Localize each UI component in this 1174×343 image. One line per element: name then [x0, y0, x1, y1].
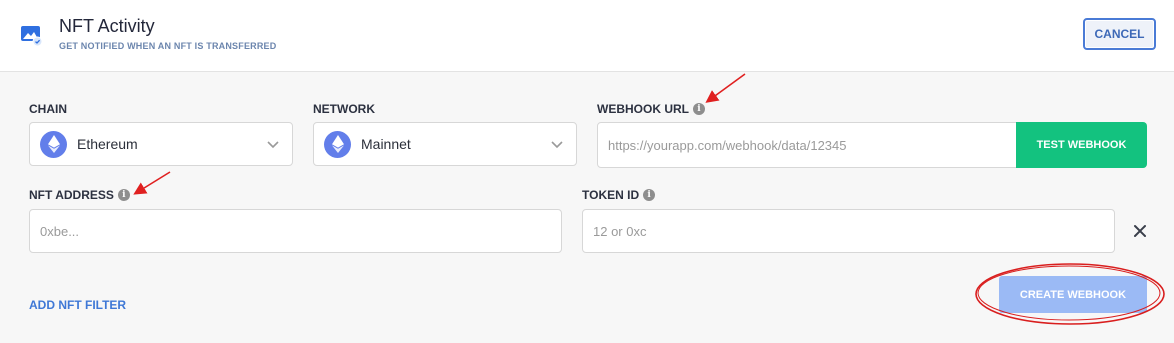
- chain-label-text: CHAIN: [29, 102, 67, 116]
- ethereum-icon: [40, 130, 67, 158]
- chevron-down-icon: [551, 141, 563, 149]
- annotation-arrow: [705, 73, 746, 103]
- webhook-url-label-text: WEBHOOK URL: [597, 102, 689, 116]
- nft-activity-icon: [21, 26, 43, 47]
- info-icon[interactable]: i: [693, 103, 705, 115]
- page-title: NFT Activity: [59, 16, 155, 36]
- network-label: NETWORK: [313, 102, 375, 116]
- test-webhook-button[interactable]: TEST WEBHOOK: [1016, 122, 1147, 168]
- chain-label: CHAIN: [29, 102, 67, 116]
- ethereum-icon: [324, 130, 351, 158]
- network-select-value: Mainnet: [361, 136, 411, 152]
- create-webhook-button[interactable]: CREATE WEBHOOK: [999, 276, 1147, 313]
- annotation-arrow: [133, 171, 171, 195]
- chain-select-value: Ethereum: [77, 136, 138, 152]
- network-label-text: NETWORK: [313, 102, 375, 116]
- token-id-label: TOKEN ID i: [582, 188, 656, 202]
- nft-address-label-text: NFT ADDRESS: [29, 188, 114, 202]
- nft-address-input[interactable]: [29, 209, 562, 253]
- page-subtitle: GET NOTIFIED WHEN AN NFT IS TRANSFERRED: [59, 41, 277, 51]
- webhook-url-input[interactable]: [597, 122, 1017, 168]
- nft-address-label: NFT ADDRESS i: [29, 188, 130, 202]
- info-icon[interactable]: i: [643, 189, 656, 201]
- chevron-down-icon: [267, 141, 279, 149]
- modal-header: NFT Activity GET NOTIFIED WHEN AN NFT IS…: [0, 0, 1174, 72]
- token-id-label-text: TOKEN ID: [582, 188, 640, 202]
- network-select[interactable]: Mainnet: [313, 122, 577, 166]
- info-icon[interactable]: i: [117, 189, 130, 201]
- chain-select[interactable]: Ethereum: [29, 122, 293, 166]
- token-id-input[interactable]: [582, 209, 1115, 253]
- add-nft-filter-link[interactable]: ADD NFT FILTER: [29, 298, 126, 312]
- webhook-url-label: WEBHOOK URL i: [597, 102, 705, 116]
- cancel-button[interactable]: CANCEL: [1083, 18, 1156, 50]
- close-icon[interactable]: [1131, 222, 1149, 240]
